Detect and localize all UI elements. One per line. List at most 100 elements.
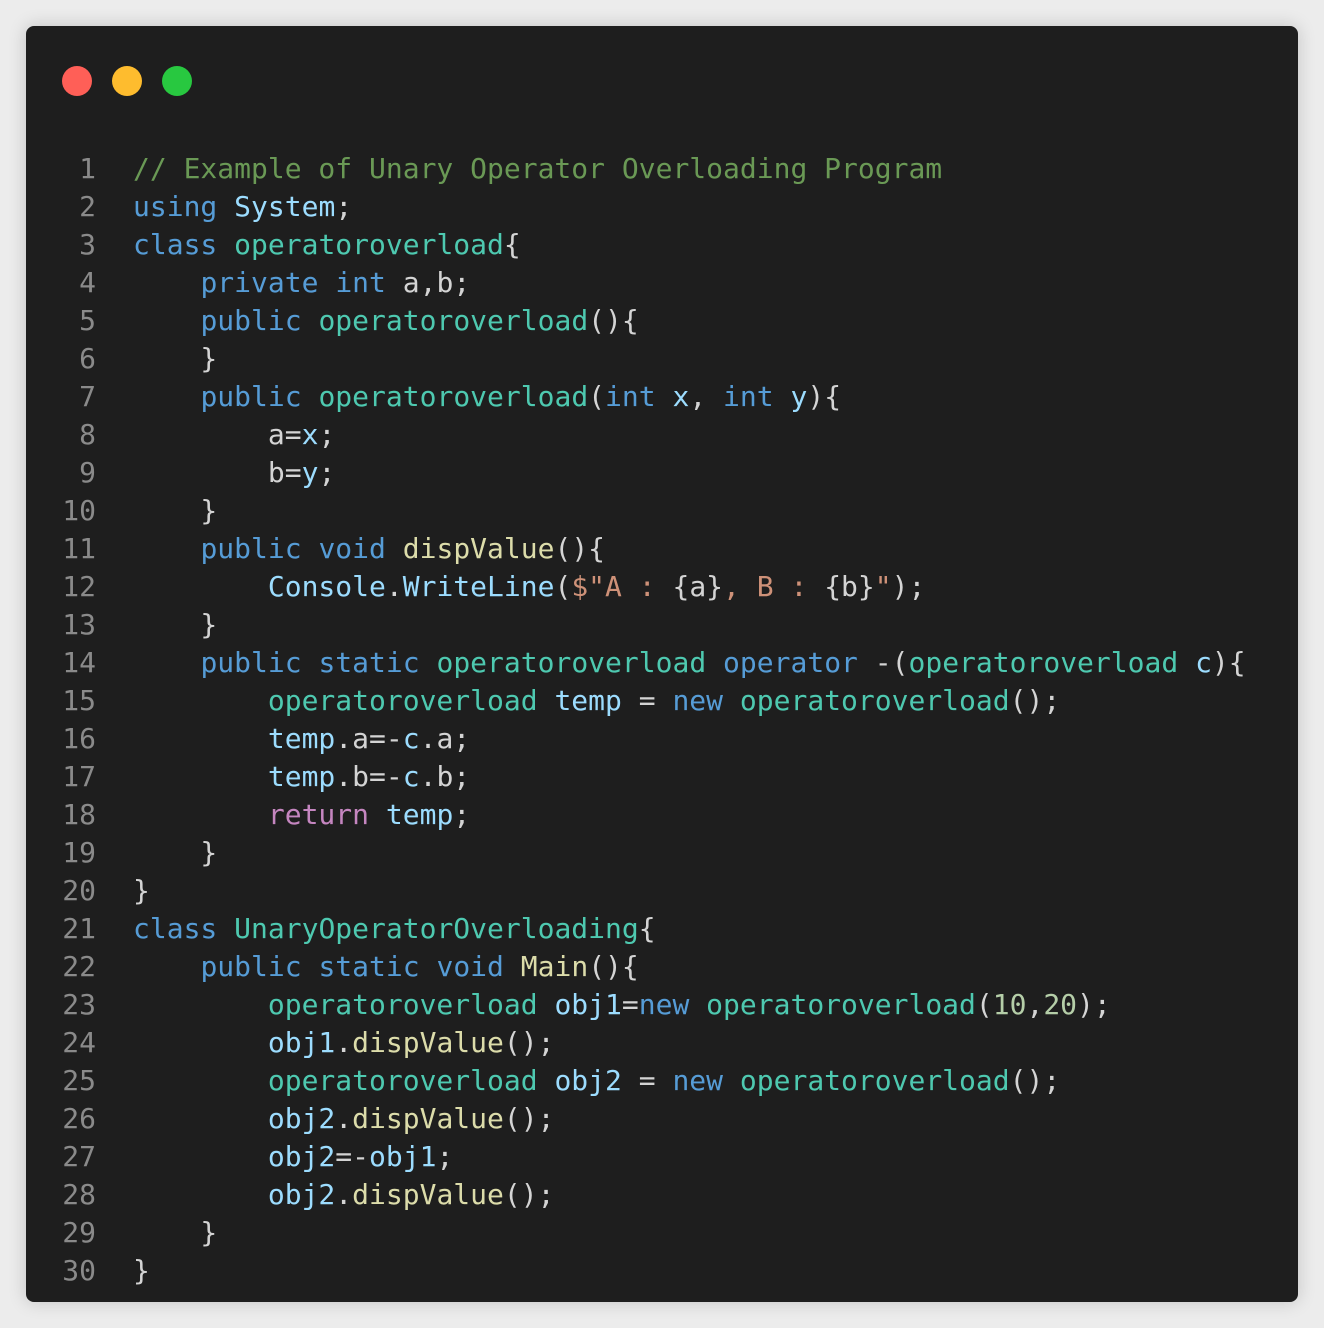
code-token: .a;	[419, 722, 471, 755]
code-token: .	[385, 570, 403, 603]
code-token: .a=-	[335, 722, 403, 755]
code-token: x	[672, 380, 690, 413]
code-token: operatoroverload	[234, 228, 504, 261]
code-text: }	[133, 874, 150, 907]
code-token: new	[638, 988, 690, 1021]
code-text: private int a,b;	[133, 266, 470, 299]
code-token: dispValue	[352, 1026, 504, 1059]
code-token: .b=-	[335, 760, 403, 793]
line-number: 9	[79, 456, 96, 489]
code-token: public	[200, 646, 302, 679]
code-token: ;	[436, 1140, 454, 1173]
code-token: );	[1077, 988, 1111, 1021]
code-text: public static operatoroverload operator …	[133, 646, 1246, 679]
code-token: operatoroverload	[318, 304, 589, 337]
code-token: return	[267, 798, 370, 831]
code-token: using	[133, 190, 218, 223]
code-token: obj1	[369, 1140, 437, 1173]
code-token: UnaryOperatorOverloading	[234, 912, 639, 945]
code-line: 11 public void dispValue(){	[26, 530, 1298, 568]
minimize-button[interactable]	[112, 66, 142, 96]
line-number: 3	[79, 228, 96, 261]
code-token: new	[672, 1064, 724, 1097]
code-token: obj1	[554, 988, 622, 1021]
code-token: public	[200, 950, 302, 983]
line-number: 16	[62, 722, 96, 755]
code-token: ){	[1211, 646, 1246, 679]
line-number: 11	[62, 532, 96, 565]
code-token: new	[672, 684, 724, 717]
code-line: 15 operatoroverload temp = new operatoro…	[26, 682, 1298, 720]
line-number: 7	[79, 380, 96, 413]
code-line: 19 }	[26, 834, 1298, 872]
line-number: 10	[62, 494, 96, 527]
code-line: 18 return temp;	[26, 796, 1298, 834]
code-token: {	[638, 912, 656, 945]
code-token: static	[318, 950, 420, 983]
code-text: }	[133, 1216, 217, 1249]
line-number: 28	[62, 1178, 96, 1211]
code-text: obj2.dispValue();	[133, 1178, 555, 1211]
code-token: b=	[133, 456, 302, 489]
code-token: x	[301, 418, 319, 451]
code-token: .	[335, 1178, 353, 1211]
code-line: 14 public static operatoroverload operat…	[26, 644, 1298, 682]
code-token: ;	[318, 418, 336, 451]
code-token: System	[234, 190, 336, 223]
code-token: ;	[453, 798, 471, 831]
code-text: public static void Main(){	[133, 950, 638, 983]
code-token: (){	[554, 532, 606, 565]
close-button[interactable]	[62, 66, 92, 96]
code-line: 16 temp.a=-c.a;	[26, 720, 1298, 758]
code-token: {a}	[672, 570, 724, 603]
code-text: operatoroverload temp = new operatorover…	[133, 684, 1060, 717]
code-token: obj2	[267, 1140, 336, 1173]
line-number: 12	[62, 570, 96, 603]
maximize-button[interactable]	[162, 66, 192, 96]
code-text: operatoroverload obj1=new operatoroverlo…	[133, 988, 1111, 1021]
code-text: }	[133, 608, 217, 641]
code-line: 4 private int a,b;	[26, 264, 1298, 302]
code-token: operatoroverload	[739, 684, 1010, 717]
line-number: 27	[62, 1140, 96, 1173]
code-token: .	[335, 1102, 353, 1135]
code-token: y	[301, 456, 319, 489]
code-line: 1 // Example of Unary Operator Overloadin…	[26, 150, 1298, 188]
code-token: {b}	[824, 570, 875, 603]
code-token: (	[588, 380, 606, 413]
code-editor[interactable]: 1 // Example of Unary Operator Overloadin…	[26, 150, 1298, 1290]
line-number: 1	[79, 152, 96, 185]
code-token: ,	[689, 380, 724, 413]
code-token: ){	[807, 380, 842, 413]
code-line: 8 a=x;	[26, 416, 1298, 454]
code-token: );	[891, 570, 926, 603]
code-token: obj1	[267, 1026, 336, 1059]
line-number: 14	[62, 646, 96, 679]
code-token: -(	[857, 646, 909, 679]
code-token: temp	[267, 722, 336, 755]
code-token: }	[133, 1216, 218, 1249]
code-text: b=y;	[133, 456, 335, 489]
code-line: 13 }	[26, 606, 1298, 644]
code-text: }	[133, 1254, 150, 1287]
code-line: 25 operatoroverload obj2 = new operatoro…	[26, 1062, 1298, 1100]
code-token: public	[200, 532, 302, 565]
line-number: 13	[62, 608, 96, 641]
code-line: 23 operatoroverload obj1=new operatorove…	[26, 986, 1298, 1024]
code-text: a=x;	[133, 418, 335, 451]
code-line: 9 b=y;	[26, 454, 1298, 492]
code-token: operator	[723, 646, 858, 679]
code-token: a,b;	[385, 266, 471, 299]
code-line: 26 obj2.dispValue();	[26, 1100, 1298, 1138]
